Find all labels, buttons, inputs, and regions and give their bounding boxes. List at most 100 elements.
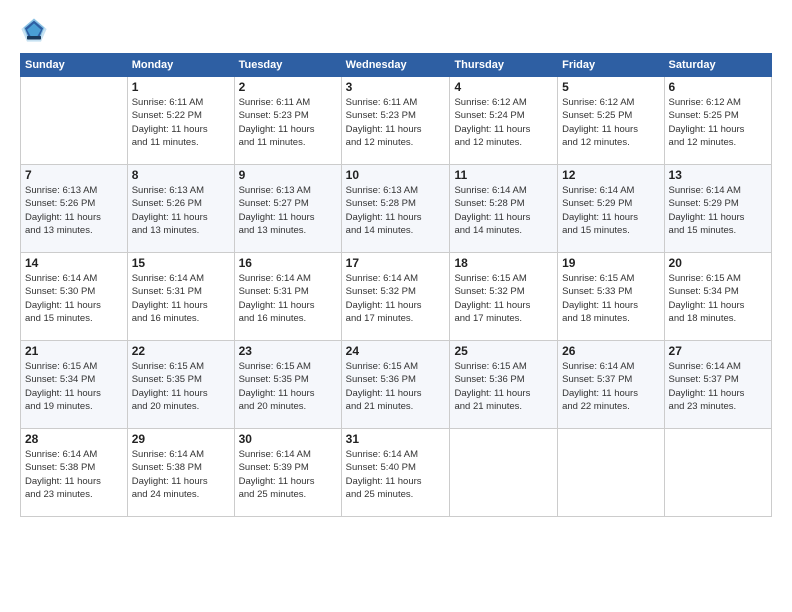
week-row-2: 7 Sunrise: 6:13 AMSunset: 5:26 PMDaylight…: [21, 165, 772, 253]
day-info: Sunrise: 6:13 AMSunset: 5:28 PMDaylight:…: [346, 184, 446, 237]
day-info: Sunrise: 6:14 AMSunset: 5:28 PMDaylight:…: [454, 184, 553, 237]
day-number: 19: [562, 256, 659, 270]
day-cell: 7 Sunrise: 6:13 AMSunset: 5:26 PMDaylight…: [21, 165, 128, 253]
day-number: 25: [454, 344, 553, 358]
day-info: Sunrise: 6:13 AMSunset: 5:26 PMDaylight:…: [25, 184, 123, 237]
day-number: 15: [132, 256, 230, 270]
day-cell: 23 Sunrise: 6:15 AMSunset: 5:35 PMDayligh…: [234, 341, 341, 429]
day-cell: 17 Sunrise: 6:14 AMSunset: 5:32 PMDayligh…: [341, 253, 450, 341]
day-number: 21: [25, 344, 123, 358]
weekday-header-monday: Monday: [127, 54, 234, 77]
day-cell: 11 Sunrise: 6:14 AMSunset: 5:28 PMDayligh…: [450, 165, 558, 253]
weekday-header-friday: Friday: [558, 54, 664, 77]
day-info: Sunrise: 6:14 AMSunset: 5:40 PMDaylight:…: [346, 448, 446, 501]
day-cell: [558, 429, 664, 517]
day-number: 27: [669, 344, 767, 358]
day-cell: 27 Sunrise: 6:14 AMSunset: 5:37 PMDayligh…: [664, 341, 771, 429]
day-number: 26: [562, 344, 659, 358]
day-info: Sunrise: 6:12 AMSunset: 5:24 PMDaylight:…: [454, 96, 553, 149]
day-info: Sunrise: 6:15 AMSunset: 5:36 PMDaylight:…: [346, 360, 446, 413]
day-cell: 6 Sunrise: 6:12 AMSunset: 5:25 PMDaylight…: [664, 77, 771, 165]
day-number: 11: [454, 168, 553, 182]
day-number: 16: [239, 256, 337, 270]
day-cell: 15 Sunrise: 6:14 AMSunset: 5:31 PMDayligh…: [127, 253, 234, 341]
day-info: Sunrise: 6:14 AMSunset: 5:37 PMDaylight:…: [669, 360, 767, 413]
day-cell: 3 Sunrise: 6:11 AMSunset: 5:23 PMDaylight…: [341, 77, 450, 165]
weekday-header-saturday: Saturday: [664, 54, 771, 77]
day-info: Sunrise: 6:14 AMSunset: 5:29 PMDaylight:…: [669, 184, 767, 237]
day-cell: 18Sunrise: 6:15 AMSunset: 5:32 PMDayligh…: [450, 253, 558, 341]
day-info: Sunrise: 6:12 AMSunset: 5:25 PMDaylight:…: [562, 96, 659, 149]
day-info: Sunrise: 6:11 AMSunset: 5:22 PMDaylight:…: [132, 96, 230, 149]
day-cell: [21, 77, 128, 165]
day-number: 3: [346, 80, 446, 94]
day-number: 14: [25, 256, 123, 270]
day-info: Sunrise: 6:15 AMSunset: 5:33 PMDaylight:…: [562, 272, 659, 325]
day-info: Sunrise: 6:15 AMSunset: 5:36 PMDaylight:…: [454, 360, 553, 413]
day-info: Sunrise: 6:14 AMSunset: 5:37 PMDaylight:…: [562, 360, 659, 413]
weekday-header-row: SundayMondayTuesdayWednesdayThursdayFrid…: [21, 54, 772, 77]
day-cell: 31 Sunrise: 6:14 AMSunset: 5:40 PMDayligh…: [341, 429, 450, 517]
day-info: Sunrise: 6:12 AMSunset: 5:25 PMDaylight:…: [669, 96, 767, 149]
day-number: 17: [346, 256, 446, 270]
page: SundayMondayTuesdayWednesdayThursdayFrid…: [0, 0, 792, 612]
day-cell: 14 Sunrise: 6:14 AMSunset: 5:30 PMDayligh…: [21, 253, 128, 341]
day-cell: 28 Sunrise: 6:14 AMSunset: 5:38 PMDayligh…: [21, 429, 128, 517]
day-number: 5: [562, 80, 659, 94]
weekday-header-thursday: Thursday: [450, 54, 558, 77]
day-cell: 25 Sunrise: 6:15 AMSunset: 5:36 PMDayligh…: [450, 341, 558, 429]
calendar: SundayMondayTuesdayWednesdayThursdayFrid…: [20, 53, 772, 517]
day-number: 23: [239, 344, 337, 358]
day-cell: 29Sunrise: 6:14 AMSunset: 5:38 PMDayligh…: [127, 429, 234, 517]
day-cell: 20Sunrise: 6:15 AMSunset: 5:34 PMDayligh…: [664, 253, 771, 341]
day-cell: 2 Sunrise: 6:11 AMSunset: 5:23 PMDaylight…: [234, 77, 341, 165]
day-info: Sunrise: 6:14 AMSunset: 5:31 PMDaylight:…: [132, 272, 230, 325]
day-cell: [664, 429, 771, 517]
header: [20, 15, 772, 43]
weekday-header-tuesday: Tuesday: [234, 54, 341, 77]
day-info: Sunrise: 6:14 AMSunset: 5:38 PMDaylight:…: [25, 448, 123, 501]
weekday-header-sunday: Sunday: [21, 54, 128, 77]
day-cell: 21 Sunrise: 6:15 AMSunset: 5:34 PMDayligh…: [21, 341, 128, 429]
day-number: 31: [346, 432, 446, 446]
day-cell: 22 Sunrise: 6:15 AMSunset: 5:35 PMDayligh…: [127, 341, 234, 429]
day-number: 9: [239, 168, 337, 182]
day-info: Sunrise: 6:11 AMSunset: 5:23 PMDaylight:…: [346, 96, 446, 149]
weekday-header-wednesday: Wednesday: [341, 54, 450, 77]
day-info: Sunrise: 6:11 AMSunset: 5:23 PMDaylight:…: [239, 96, 337, 149]
day-info: Sunrise: 6:13 AMSunset: 5:27 PMDaylight:…: [239, 184, 337, 237]
day-info: Sunrise: 6:14 AMSunset: 5:29 PMDaylight:…: [562, 184, 659, 237]
day-info: Sunrise: 6:15 AMSunset: 5:34 PMDaylight:…: [25, 360, 123, 413]
day-number: 2: [239, 80, 337, 94]
day-number: 29: [132, 432, 230, 446]
day-number: 13: [669, 168, 767, 182]
week-row-1: 1Sunrise: 6:11 AMSunset: 5:22 PMDaylight…: [21, 77, 772, 165]
day-cell: 19 Sunrise: 6:15 AMSunset: 5:33 PMDayligh…: [558, 253, 664, 341]
day-number: 6: [669, 80, 767, 94]
day-cell: [450, 429, 558, 517]
day-cell: 8Sunrise: 6:13 AMSunset: 5:26 PMDaylight…: [127, 165, 234, 253]
day-number: 30: [239, 432, 337, 446]
day-number: 18: [454, 256, 553, 270]
day-info: Sunrise: 6:14 AMSunset: 5:32 PMDaylight:…: [346, 272, 446, 325]
day-number: 4: [454, 80, 553, 94]
day-info: Sunrise: 6:15 AMSunset: 5:35 PMDaylight:…: [239, 360, 337, 413]
logo: [20, 15, 52, 43]
week-row-4: 21 Sunrise: 6:15 AMSunset: 5:34 PMDayligh…: [21, 341, 772, 429]
day-cell: 16Sunrise: 6:14 AMSunset: 5:31 PMDayligh…: [234, 253, 341, 341]
day-number: 22: [132, 344, 230, 358]
day-number: 28: [25, 432, 123, 446]
day-number: 24: [346, 344, 446, 358]
day-info: Sunrise: 6:14 AMSunset: 5:30 PMDaylight:…: [25, 272, 123, 325]
day-info: Sunrise: 6:15 AMSunset: 5:35 PMDaylight:…: [132, 360, 230, 413]
day-info: Sunrise: 6:13 AMSunset: 5:26 PMDaylight:…: [132, 184, 230, 237]
day-info: Sunrise: 6:15 AMSunset: 5:34 PMDaylight:…: [669, 272, 767, 325]
day-cell: 24 Sunrise: 6:15 AMSunset: 5:36 PMDayligh…: [341, 341, 450, 429]
day-number: 7: [25, 168, 123, 182]
day-cell: 26 Sunrise: 6:14 AMSunset: 5:37 PMDayligh…: [558, 341, 664, 429]
day-cell: 12 Sunrise: 6:14 AMSunset: 5:29 PMDayligh…: [558, 165, 664, 253]
day-cell: 10Sunrise: 6:13 AMSunset: 5:28 PMDayligh…: [341, 165, 450, 253]
day-number: 12: [562, 168, 659, 182]
day-cell: 13 Sunrise: 6:14 AMSunset: 5:29 PMDayligh…: [664, 165, 771, 253]
day-cell: 1Sunrise: 6:11 AMSunset: 5:22 PMDaylight…: [127, 77, 234, 165]
